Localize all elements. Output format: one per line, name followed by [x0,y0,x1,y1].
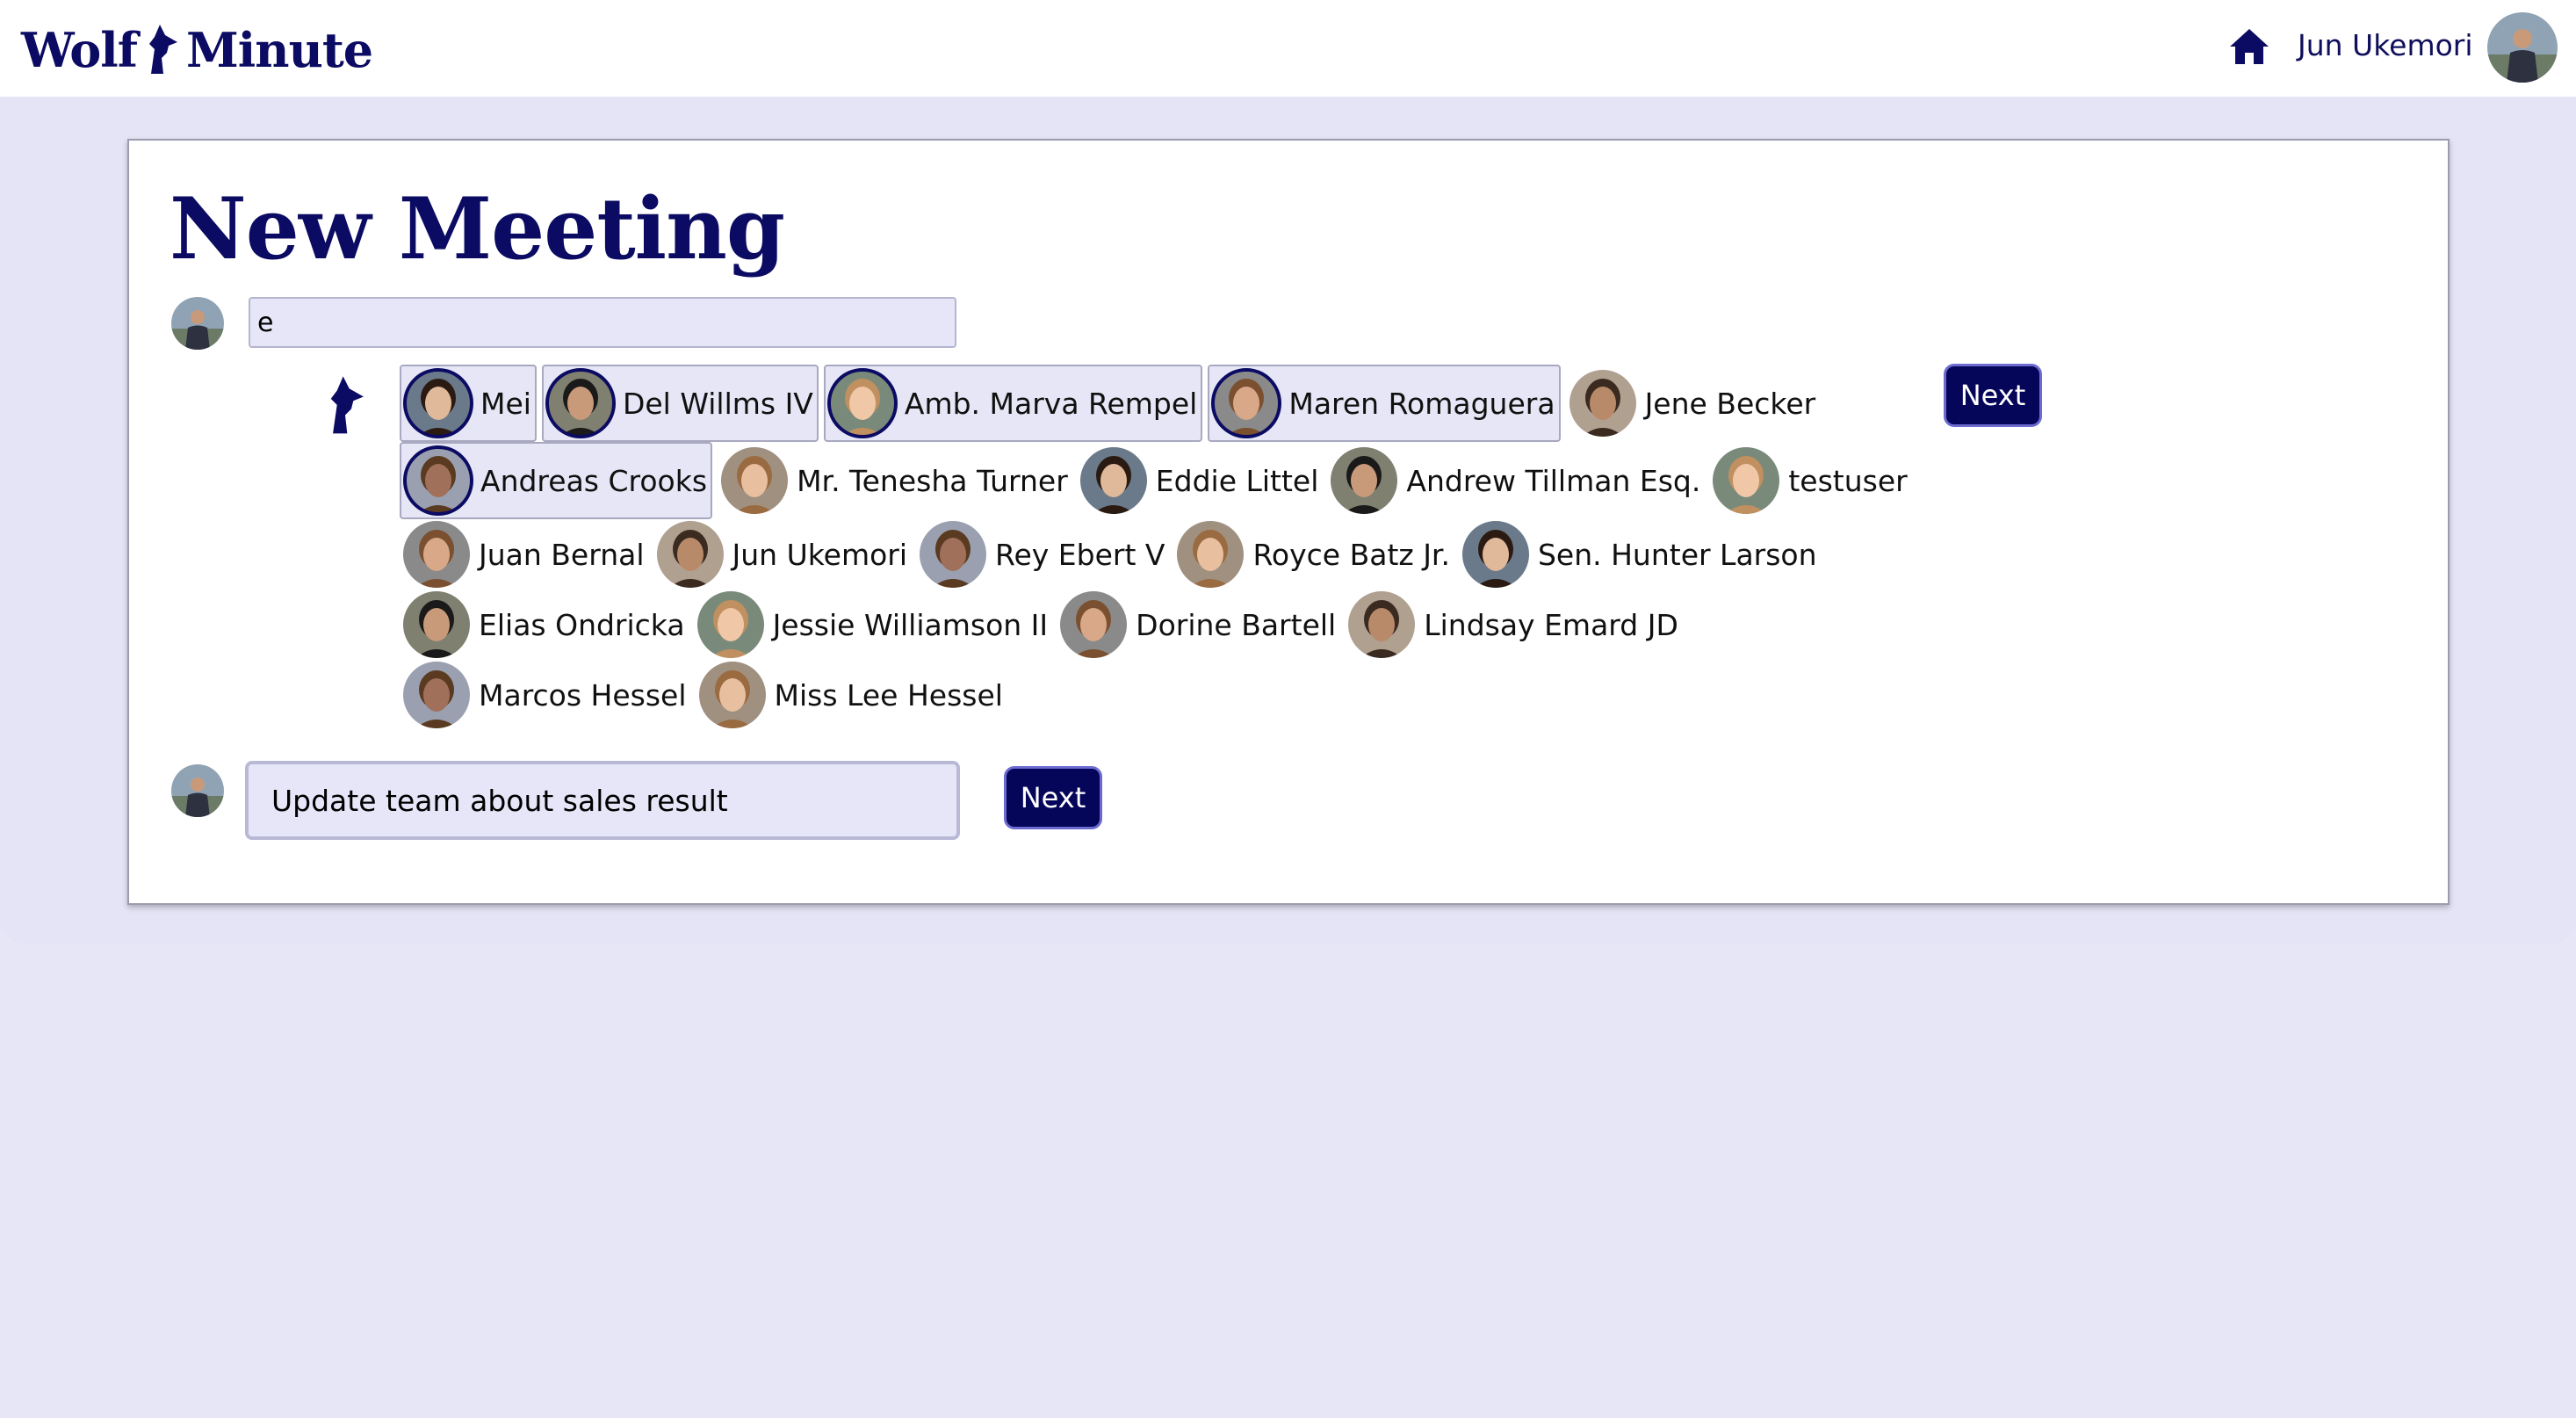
person-name: testuser [1788,463,1908,498]
person-name: Eddie Littel [1155,463,1319,498]
person-avatar [1211,368,1282,438]
person-avatar [545,368,616,438]
person-name: Juan Bernal [479,537,645,572]
person-chip[interactable]: Dorine Bartell [1057,586,1339,663]
person-name: Andrew Tillman Esq. [1406,463,1701,498]
person-avatar [1329,445,1399,516]
person-avatar [1079,445,1149,516]
person-name: Amb. Marva Rempel [904,386,1198,421]
person-name: Andreas Crooks [480,463,708,498]
person-chip[interactable]: Eddie Littel [1077,442,1323,519]
person-name: Elias Ondricka [479,607,685,642]
person-name: Maren Romaguera [1288,386,1555,421]
person-chip[interactable]: Mei [400,365,537,442]
person-name: Lindsay Emard JD [1424,607,1678,642]
attendee-search-input[interactable] [249,297,956,348]
person-chip[interactable]: Miss Lee Hessel [696,656,1007,734]
person-chip[interactable]: Sen. Hunter Larson [1459,516,1821,593]
person-avatar [403,368,473,438]
person-avatar [403,445,473,516]
logo[interactable]: Wolf Minute [21,19,373,81]
person-chip[interactable]: Jun Ukemori [653,516,912,593]
person-name: Jene Becker [1644,386,1816,421]
people-row: Marcos Hessel Miss Lee Hessel [400,655,1012,734]
person-avatar [1568,368,1638,438]
person-avatar [826,368,898,438]
person-chip[interactable]: Marcos Hessel [400,656,690,734]
person-chip[interactable]: Andreas Crooks [400,442,713,519]
person-avatar [1461,519,1531,590]
person-name: Marcos Hessel [479,677,687,713]
people-row: Juan Bernal Jun Ukemori Rey Ebert V Royc… [400,515,1826,594]
person-chip[interactable]: testuser [1709,442,1910,519]
person-name: Jun Ukemori [732,537,908,572]
user-name[interactable]: Jun Ukemori [2298,26,2473,65]
person-chip[interactable]: Juan Bernal [400,516,648,593]
person-avatar [401,519,472,590]
person-avatar [655,519,725,590]
home-icon[interactable] [2227,25,2271,69]
person-avatar [918,519,988,590]
person-avatar [1058,590,1129,660]
person-chip[interactable]: Amb. Marva Rempel [823,365,1203,442]
person-chip[interactable]: Andrew Tillman Esq. [1327,442,1704,519]
person-name: Royce Batz Jr. [1252,537,1450,572]
person-name: Miss Lee Hessel [774,677,1003,713]
person-name: Dorine Bartell [1136,607,1337,642]
person-chip[interactable]: Elias Ondricka [400,586,689,663]
person-chip[interactable]: Del Willms IV [541,365,819,442]
title-next-button[interactable]: Next [1004,766,1102,829]
person-avatar [401,590,472,660]
person-avatar [401,660,472,730]
person-chip[interactable]: Royce Batz Jr. [1173,516,1453,593]
attendee-step-avatar [171,297,224,350]
top-bar: Wolf Minute Jun Ukemori [0,0,2576,97]
page-title: New Meeting [170,179,785,279]
person-avatar [1346,590,1417,660]
wolf-icon [322,374,368,438]
person-name: Del Willms IV [622,386,813,421]
person-avatar [697,660,768,730]
person-avatar [1175,519,1245,590]
attendees-next-button[interactable]: Next [1944,364,2042,427]
meeting-title-input[interactable] [245,761,960,840]
person-avatar [719,445,790,516]
person-chip[interactable]: Jene Becker [1566,365,1820,442]
person-chip[interactable]: Maren Romaguera [1208,365,1561,442]
people-row: Elias Ondricka Jessie Williamson II Dori… [400,585,1687,664]
person-chip[interactable]: Jessie Williamson II [694,586,1052,663]
logo-text-wolf: Wolf [21,22,138,78]
person-avatar [696,590,766,660]
person-name: Sen. Hunter Larson [1537,537,1817,572]
person-name: Jessie Williamson II [772,607,1049,642]
logo-text-minute: Minute [186,22,373,78]
person-chip[interactable]: Lindsay Emard JD [1345,586,1682,663]
person-chip[interactable]: Mr. Tenesha Turner [718,442,1072,519]
people-row: Andreas Crooks Mr. Tenesha Turner Eddie … [400,441,1916,520]
person-name: Rey Ebert V [995,537,1165,572]
person-name: Mr. Tenesha Turner [797,463,1068,498]
wolf-logo-icon [142,23,181,77]
person-avatar [1711,445,1781,516]
person-chip[interactable]: Rey Ebert V [916,516,1168,593]
title-step-avatar [171,764,224,817]
people-row: Mei Del Willms IV Amb. Marva Rempel Mare… [400,364,1824,443]
user-avatar[interactable] [2487,12,2558,83]
new-meeting-card: New Meeting Mei Del Willms IV Amb. Marva… [127,139,2450,905]
person-name: Mei [480,386,531,421]
